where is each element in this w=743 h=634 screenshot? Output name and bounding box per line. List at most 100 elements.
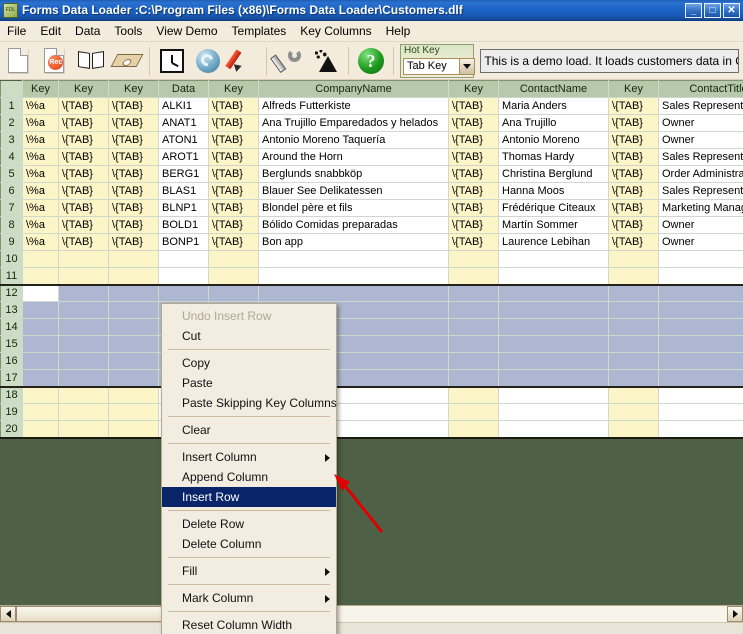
- grid-cell[interactable]: BONP1: [158, 233, 209, 251]
- grid-cell[interactable]: \{TAB}: [208, 165, 259, 183]
- grid-cell[interactable]: Hanna Moos: [498, 182, 609, 200]
- grid-cell[interactable]: [22, 301, 59, 319]
- grid-cell[interactable]: [448, 335, 499, 353]
- context-menu-item-fill[interactable]: Fill: [162, 561, 336, 581]
- grid-cell[interactable]: [58, 420, 109, 439]
- table-row[interactable]: 3 \%a \{TAB} \{TAB} ATON1 \{TAB} Antonio Moren…: [0, 131, 743, 149]
- grid-cell[interactable]: [608, 386, 659, 404]
- grid-cell[interactable]: [58, 283, 109, 302]
- grid-cell[interactable]: \{TAB}: [608, 216, 659, 234]
- toolbar-pen-button[interactable]: [226, 44, 262, 78]
- context-menu-item-insert-column[interactable]: Insert Column: [162, 447, 336, 467]
- grid-cell[interactable]: [58, 369, 109, 388]
- grid-cell[interactable]: \%a: [22, 148, 59, 166]
- menu-item-edit[interactable]: Edit: [33, 22, 68, 40]
- grid-cell[interactable]: [108, 335, 159, 353]
- grid-cell[interactable]: \{TAB}: [108, 182, 159, 200]
- grid-cell[interactable]: [158, 283, 209, 302]
- column-header-contacttitle[interactable]: ContactTitle: [658, 80, 743, 98]
- grid-cell[interactable]: [108, 420, 159, 439]
- grid-cell[interactable]: [448, 403, 499, 421]
- grid-cell[interactable]: [158, 267, 209, 285]
- grid-cell[interactable]: [108, 250, 159, 268]
- table-row[interactable]: 19: [0, 403, 743, 421]
- grid-cell[interactable]: BOLD1: [158, 216, 209, 234]
- grid-cell[interactable]: Alfreds Futterkiste: [258, 97, 449, 115]
- grid-cell[interactable]: [448, 352, 499, 370]
- context-menu-item-mark-column[interactable]: Mark Column: [162, 588, 336, 608]
- grid-cell[interactable]: Martín Sommer: [498, 216, 609, 234]
- grid-cell[interactable]: [448, 267, 499, 285]
- grid-cell[interactable]: [22, 318, 59, 336]
- grid-cell[interactable]: [258, 250, 449, 268]
- grid-cell[interactable]: [22, 250, 59, 268]
- table-row[interactable]: 9 \%a \{TAB} \{TAB} BONP1 \{TAB} Bon app \{TAB}…: [0, 233, 743, 251]
- grid-cell[interactable]: Owner: [658, 233, 743, 251]
- grid-cell[interactable]: [658, 352, 743, 370]
- grid-cell[interactable]: [498, 386, 609, 404]
- table-row[interactable]: 6 \%a \{TAB} \{TAB} BLAS1 \{TAB} Blauer See De…: [0, 182, 743, 200]
- grid-cell[interactable]: Antonio Moreno: [498, 131, 609, 149]
- grid-cell[interactable]: [658, 420, 743, 439]
- grid-cell[interactable]: BERG1: [158, 165, 209, 183]
- grid-cell[interactable]: Blondel père et fils: [258, 199, 449, 217]
- grid-cell[interactable]: [608, 335, 659, 353]
- toolbar-book-button[interactable]: [72, 44, 108, 78]
- grid-cell[interactable]: [108, 386, 159, 404]
- grid-cell[interactable]: [658, 318, 743, 336]
- context-menu-item-reset-column-width[interactable]: Reset Column Width: [162, 615, 336, 634]
- grid-cell[interactable]: [498, 250, 609, 268]
- row-header[interactable]: 8: [0, 216, 23, 234]
- grid-cell[interactable]: [658, 283, 743, 302]
- grid-cell[interactable]: [58, 250, 109, 268]
- context-menu-item-cut[interactable]: Cut: [162, 326, 336, 346]
- grid-cell[interactable]: \{TAB}: [108, 148, 159, 166]
- grid-cell[interactable]: [58, 301, 109, 319]
- grid-cell[interactable]: \{TAB}: [58, 216, 109, 234]
- grid-cell[interactable]: \{TAB}: [108, 131, 159, 149]
- grid-cell[interactable]: Christina Berglund: [498, 165, 609, 183]
- grid-cell[interactable]: BLNP1: [158, 199, 209, 217]
- grid-cell[interactable]: \{TAB}: [448, 131, 499, 149]
- horizontal-scrollbar[interactable]: [0, 605, 743, 622]
- grid-cell[interactable]: \{TAB}: [58, 182, 109, 200]
- minimize-button[interactable]: _: [685, 2, 702, 18]
- grid-cell[interactable]: Berglunds snabbköp: [258, 165, 449, 183]
- menu-item-key-columns[interactable]: Key Columns: [293, 22, 378, 40]
- grid-corner-cell[interactable]: [0, 80, 23, 98]
- toolbar-refresh-button[interactable]: [190, 44, 226, 78]
- grid-cell[interactable]: \{TAB}: [108, 114, 159, 132]
- grid-cell[interactable]: \{TAB}: [448, 233, 499, 251]
- grid-cell[interactable]: [58, 318, 109, 336]
- grid-cell[interactable]: \{TAB}: [608, 131, 659, 149]
- grid-cell[interactable]: \{TAB}: [608, 233, 659, 251]
- table-row[interactable]: 5 \%a \{TAB} \{TAB} BERG1 \{TAB} Berglunds sna…: [0, 165, 743, 183]
- table-row[interactable]: 15: [0, 335, 743, 353]
- table-row[interactable]: 13: [0, 301, 743, 319]
- scrollbar-track[interactable]: [16, 606, 727, 622]
- row-header[interactable]: 9: [0, 233, 23, 251]
- grid-cell[interactable]: \{TAB}: [58, 114, 109, 132]
- grid-cell[interactable]: \{TAB}: [58, 165, 109, 183]
- grid-cell[interactable]: Sales Representative: [658, 97, 743, 115]
- grid-cell[interactable]: \{TAB}: [608, 182, 659, 200]
- grid-cell[interactable]: Sales Representative: [658, 148, 743, 166]
- grid-cell[interactable]: [498, 369, 609, 388]
- grid-cell[interactable]: [448, 369, 499, 388]
- toolbar-help-button[interactable]: ?: [353, 44, 389, 78]
- toolbar-new-button[interactable]: [0, 44, 36, 78]
- grid-cell[interactable]: [608, 369, 659, 388]
- grid-cell[interactable]: [658, 403, 743, 421]
- grid-cell[interactable]: \{TAB}: [608, 165, 659, 183]
- grid-cell[interactable]: \{TAB}: [208, 114, 259, 132]
- menu-item-file[interactable]: File: [0, 22, 33, 40]
- context-menu-item-append-column[interactable]: Append Column: [162, 467, 336, 487]
- context-menu-item-copy[interactable]: Copy: [162, 353, 336, 373]
- grid-cell[interactable]: [658, 250, 743, 268]
- grid-cell[interactable]: \{TAB}: [208, 199, 259, 217]
- grid-cell[interactable]: Order Administrator: [658, 165, 743, 183]
- grid-cell[interactable]: [108, 369, 159, 388]
- grid-cell[interactable]: [108, 267, 159, 285]
- grid-cell[interactable]: \{TAB}: [108, 233, 159, 251]
- grid-cell[interactable]: [58, 335, 109, 353]
